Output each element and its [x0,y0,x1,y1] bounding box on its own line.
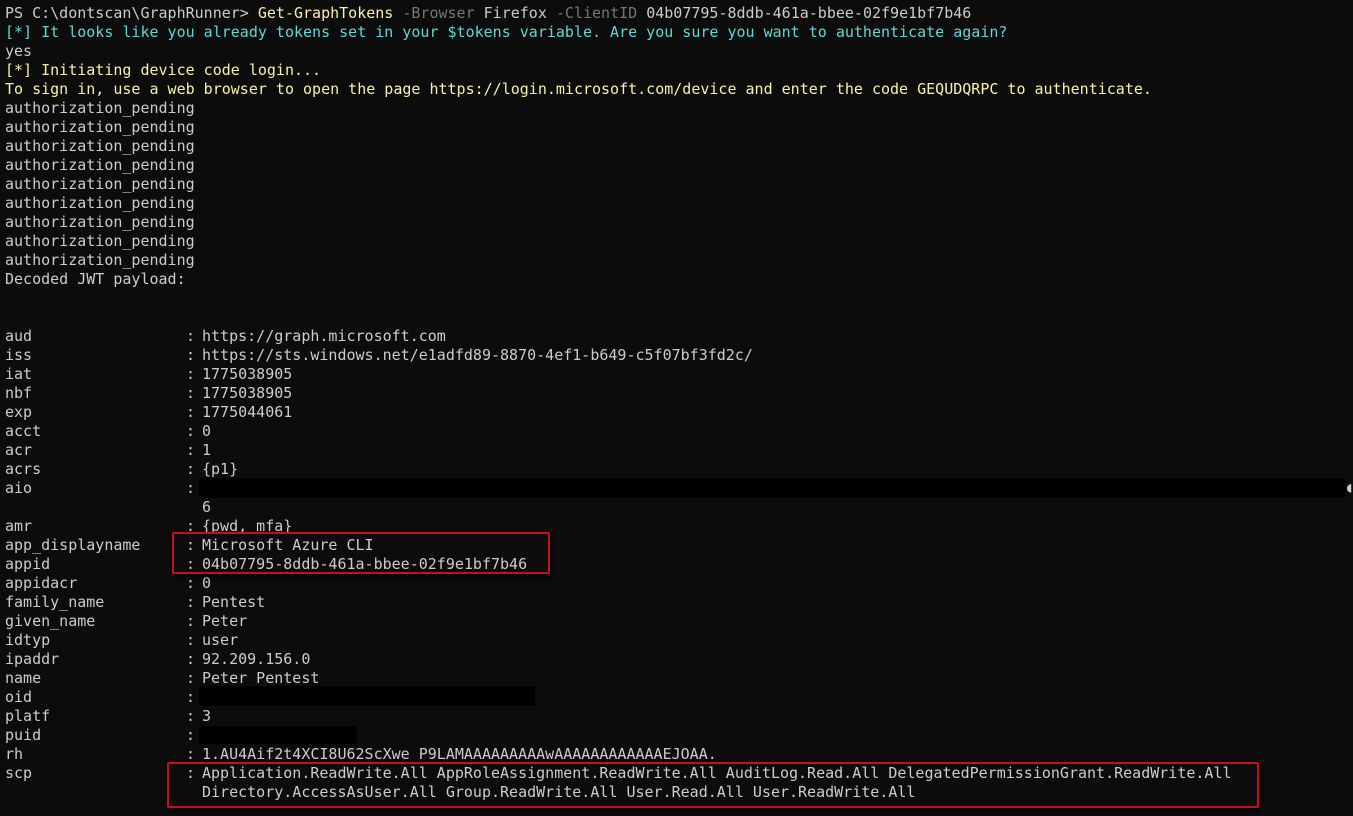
jwt-separator: : [186,460,205,478]
jwt-separator: : [186,574,205,592]
cursor-icon: ◖ [1345,480,1353,496]
pending-line: authorization_pending [5,99,195,117]
jwt-value: 1 [202,441,212,459]
jwt-row-iat: iat: 1775038905 [5,365,1350,384]
jwt-key: iss [5,346,33,364]
pending-line: authorization_pending [5,251,195,269]
jwt-separator: : [186,422,205,440]
jwt-key: acr [5,441,33,459]
jwt-separator: : [186,365,205,383]
jwt-separator: : [186,441,205,459]
param-browser: -Browser [393,4,475,22]
jwt-value: Pentest [202,593,266,611]
pending-line: authorization_pending [5,175,195,193]
jwt-separator: : [186,403,205,421]
jwt-separator: : [186,327,205,345]
jwt-row-aud: aud: https://graph.microsoft.com [5,327,1350,346]
jwt-separator: : [186,612,205,630]
jwt-key: scp [5,764,33,782]
jwt-value: 1775038905 [202,384,293,402]
jwt-key: rh [5,745,24,763]
jwt-key: iat [5,365,33,383]
jwt-row-exp: exp: 1775044061 [5,403,1350,422]
pending-line: authorization_pending [5,156,195,174]
param-clientid: -ClientID [546,4,638,22]
jwt-row-acct: acct: 0 [5,422,1350,441]
jwt-value: Peter [202,612,248,630]
jwt-key: puid [5,726,42,744]
highlight-box-app [172,532,550,574]
jwt-separator: : [186,384,205,402]
jwt-key: amr [5,517,33,535]
message-decoded: Decoded JWT payload: [5,270,186,288]
jwt-row-aio-wrap: 6 [202,498,212,516]
pending-line: authorization_pending [5,213,195,231]
jwt-key: aio [5,479,33,497]
command-name: Get-GraphTokens [257,4,394,22]
jwt-value: user [202,631,239,649]
jwt-key: aud [5,327,33,345]
value-clientid: 04b07795-8ddb-461a-bbee-02f9e1bf7b46 [637,4,972,22]
prompt-path: PS C:\dontscan\GraphRunner> [5,4,258,22]
message-yes: yes [5,42,33,60]
jwt-value: 3 [202,707,212,725]
jwt-key: platf [5,707,51,725]
jwt-key: oid [5,688,33,706]
jwt-row-nbf: nbf: 1775038905 [5,384,1350,403]
jwt-value: 1775038905 [202,365,293,383]
jwt-row-family-name: family_name: Pentest [5,593,1350,612]
prompt-line: PS C:\dontscan\GraphRunner> Get-GraphTok… [5,4,1350,23]
redaction-puid [199,726,357,744]
message-already-tokens: [*] It looks like you already tokens set… [5,23,1008,41]
jwt-row-given-name: given_name: Peter [5,612,1350,631]
value-browser: Firefox [474,4,547,22]
jwt-row-acrs: acrs: {p1} [5,460,1350,479]
message-signin: To sign in, use a web browser to open th… [5,80,1152,98]
jwt-value: https://graph.microsoft.com [202,327,446,345]
jwt-row-iss: iss: https://sts.windows.net/e1adfd89-88… [5,346,1350,365]
pending-line: authorization_pending [5,194,195,212]
jwt-key: appidacr [5,574,78,592]
pending-line: authorization_pending [5,118,195,136]
jwt-key: acct [5,422,42,440]
jwt-row-idtyp: idtyp: user [5,631,1350,650]
jwt-key: exp [5,403,33,421]
jwt-separator: : [186,593,205,611]
jwt-key: nbf [5,384,33,402]
jwt-value: https://sts.windows.net/e1adfd89-8870-4e… [202,346,753,364]
highlight-box-scp [167,762,1259,808]
jwt-value: 92.209.156.0 [202,650,311,668]
jwt-separator: : [186,631,205,649]
jwt-key: family_name [5,593,105,611]
jwt-key: given_name [5,612,96,630]
jwt-key: appid [5,555,51,573]
jwt-key: app_displayname [5,536,141,554]
jwt-key: name [5,669,42,687]
jwt-separator: : [186,707,205,725]
jwt-value: {p1} [202,460,239,478]
redaction-oid [199,686,535,706]
jwt-row-appidacr: appidacr: 0 [5,574,1350,593]
terminal-output[interactable]: PS C:\dontscan\GraphRunner> Get-GraphTok… [5,4,1350,802]
jwt-row-acr: acr: 1 [5,441,1350,460]
jwt-key: idtyp [5,631,51,649]
jwt-separator: : [186,346,205,364]
jwt-key: acrs [5,460,42,478]
jwt-separator: : [186,650,205,668]
message-initiating: [*] Initiating device code login... [5,61,322,79]
jwt-value: 0 [202,574,212,592]
redaction-aio [199,478,1345,498]
jwt-row-ipaddr: ipaddr: 92.209.156.0 [5,650,1350,669]
jwt-value: 1775044061 [202,403,293,421]
jwt-key: ipaddr [5,650,60,668]
pending-line: authorization_pending [5,232,195,250]
jwt-value: 0 [202,422,212,440]
jwt-row-platf: platf: 3 [5,707,1350,726]
pending-line: authorization_pending [5,137,195,155]
